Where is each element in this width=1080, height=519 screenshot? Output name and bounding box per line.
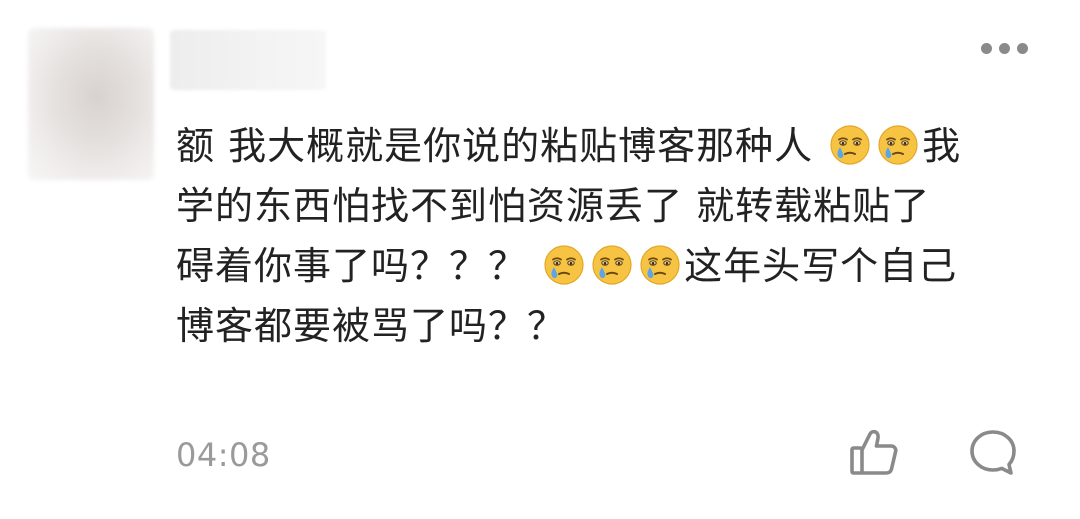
comment-body: 额 我大概就是你说的粘贴博客那种人 我学的东西怕找不到怕资源丢了 就转载粘贴了碍… [176,116,1036,356]
comment-line: 额 我大概就是你说的粘贴博客那种人 我 [176,116,1036,176]
comment-text: 额 我大概就是你说的粘贴博客那种人 [176,124,827,168]
crying-emoji [543,243,585,285]
comment-timestamp: 04:08 [176,436,271,474]
comment-line: 学的东西怕找不到怕资源丢了 就转载粘贴了 [176,176,1036,236]
comment-bubble-icon [970,430,1016,475]
like-button[interactable] [848,426,900,478]
comment-text: 这年头写个自己 [684,244,958,288]
more-dots-icon [1016,42,1028,54]
thumbs-up-icon [850,429,898,475]
comment-text: 碍着你事了吗？？？ [176,244,541,288]
username-redacted[interactable] [170,30,326,90]
avatar[interactable] [28,28,154,180]
crying-emoji [591,243,633,285]
more-dots-icon [998,42,1010,54]
crying-emoji [639,243,681,285]
crying-emoji [877,123,919,165]
comment-text: 博客都要被骂了吗？？ [176,304,567,348]
comment-line: 碍着你事了吗？？？ 这年头写个自己 [176,236,1036,296]
comment-text: 我 [922,124,962,168]
comment-line: 博客都要被骂了吗？？ [176,296,1036,356]
more-dots-icon [980,42,992,54]
comment-text: 学的东西怕找不到怕资源丢了 就转载粘贴了 [176,184,931,228]
reply-button[interactable] [966,426,1020,478]
more-options-button[interactable] [972,30,1036,66]
comment-card: 额 我大概就是你说的粘贴博客那种人 我学的东西怕找不到怕资源丢了 就转载粘贴了碍… [0,0,1080,519]
crying-emoji [829,123,871,165]
